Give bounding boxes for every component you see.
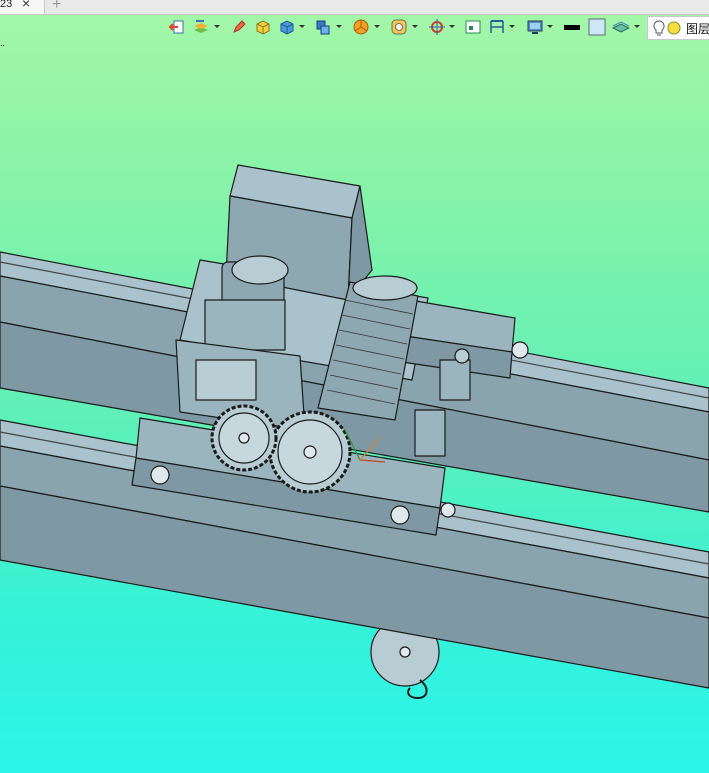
- chevron-down-icon[interactable]: [509, 25, 515, 28]
- small-square-icon[interactable]: [464, 18, 482, 36]
- chevron-down-icon[interactable]: [299, 25, 305, 28]
- rounded-square-icon[interactable]: [390, 18, 408, 36]
- exit-icon[interactable]: [168, 18, 186, 36]
- pie-render-icon[interactable]: [352, 18, 370, 36]
- dimension-icon[interactable]: [488, 18, 506, 36]
- document-tab[interactable]: .23 ×: [0, 0, 45, 14]
- tab-title: .23: [0, 0, 13, 10]
- crane-trolley-model: [0, 164, 709, 699]
- blue-cube-icon[interactable]: [278, 18, 296, 36]
- yellow-cube-icon[interactable]: [254, 18, 272, 36]
- chevron-down-icon[interactable]: [449, 25, 455, 28]
- view-toolbar: 图层: [166, 16, 709, 40]
- chevron-down-icon[interactable]: [412, 25, 418, 28]
- chevron-down-icon[interactable]: [214, 25, 220, 28]
- plane-icon[interactable]: [612, 18, 630, 36]
- dual-cube-icon[interactable]: [314, 18, 332, 36]
- chevron-down-icon[interactable]: [634, 25, 640, 28]
- layers-label: 图层: [686, 22, 709, 36]
- chevron-down-icon[interactable]: [547, 25, 553, 28]
- monitor-icon[interactable]: [526, 18, 544, 36]
- lightbulb-icon: [653, 20, 665, 36]
- layers-stack-icon[interactable]: [192, 18, 210, 36]
- chevron-down-icon[interactable]: [374, 25, 380, 28]
- pencil-icon[interactable]: [230, 18, 248, 36]
- chevron-down-icon[interactable]: [336, 25, 342, 28]
- sun-icon: [667, 21, 681, 35]
- tab-close-icon[interactable]: ×: [22, 0, 30, 10]
- gear-small: [210, 404, 278, 472]
- light-blue-square-icon[interactable]: [588, 18, 606, 36]
- gear-large: [268, 410, 352, 494]
- target-icon[interactable]: [428, 18, 446, 36]
- document-tab-bar: .23 × +: [0, 0, 709, 15]
- 3d-viewport[interactable]: [0, 40, 709, 773]
- add-tab-button[interactable]: +: [52, 0, 61, 14]
- black-bar-icon[interactable]: [563, 18, 581, 36]
- layers-selector[interactable]: 图层: [647, 16, 709, 40]
